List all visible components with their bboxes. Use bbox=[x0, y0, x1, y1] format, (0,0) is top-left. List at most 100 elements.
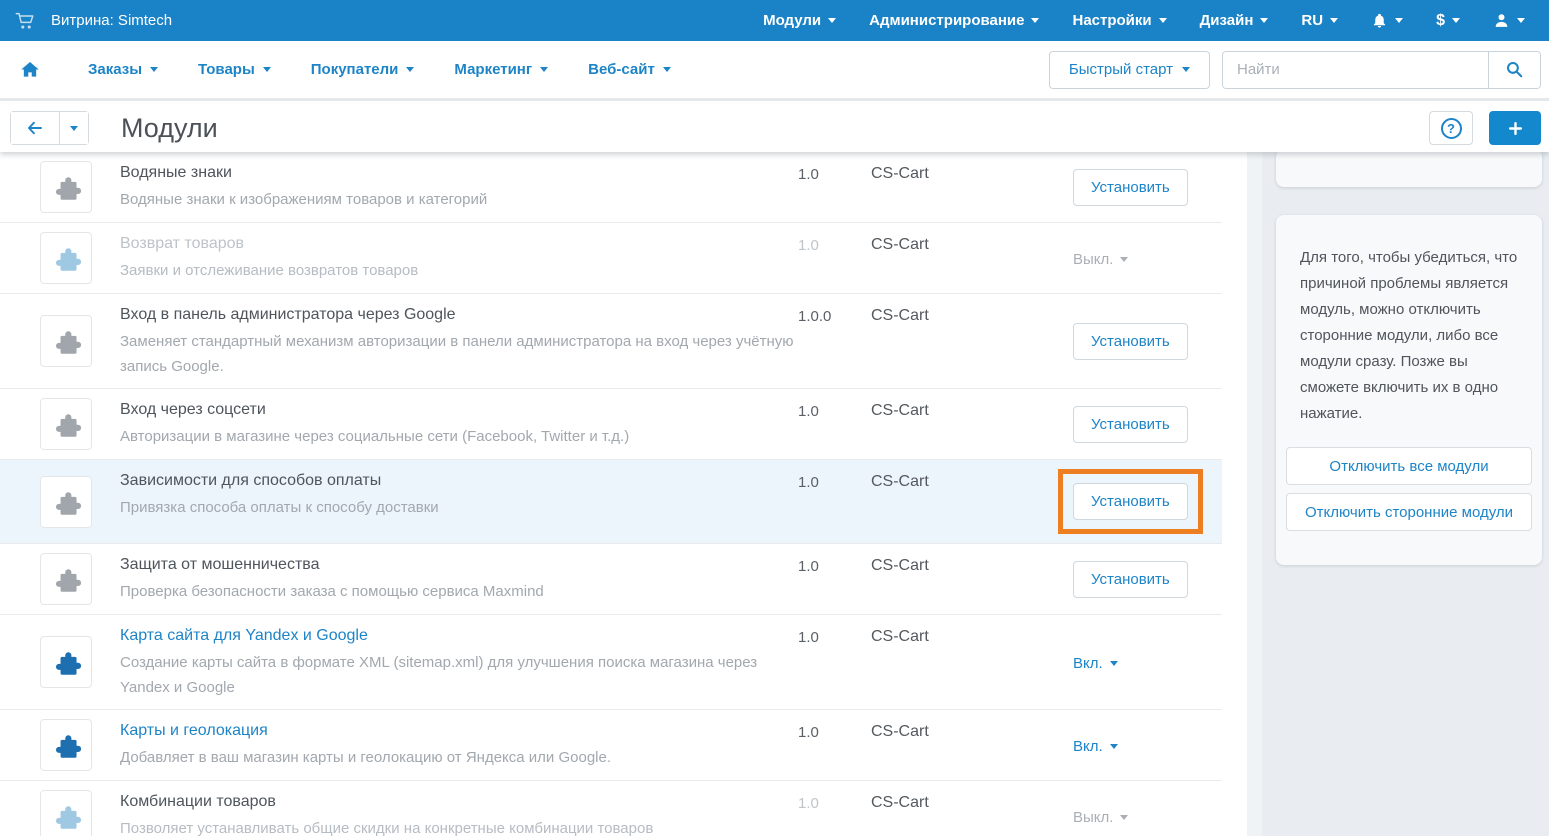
module-supplier: CS-Cart bbox=[871, 719, 1073, 741]
module-description: Проверка безопасности заказа с помощью с… bbox=[120, 579, 798, 604]
module-text: Карта сайта для Yandex и Google Создание… bbox=[120, 624, 798, 700]
annotation-highlight: Установить bbox=[1058, 469, 1203, 534]
module-action-cell: Выкл. bbox=[1073, 807, 1197, 826]
module-supplier: CS-Cart bbox=[871, 303, 1073, 325]
language-selector[interactable]: RU bbox=[1301, 12, 1338, 29]
nav-orders[interactable]: Заказы bbox=[88, 61, 158, 78]
arrow-left-icon bbox=[25, 119, 45, 137]
module-version: 1.0 bbox=[798, 232, 871, 254]
nav-bar: Заказы Товары Покупатели Маркетинг Веб-с… bbox=[0, 41, 1549, 101]
chevron-down-icon bbox=[1031, 18, 1039, 23]
module-icon-box bbox=[40, 553, 92, 605]
module-supplier: CS-Cart bbox=[871, 398, 1073, 420]
currency-menu[interactable]: $ bbox=[1436, 12, 1460, 30]
back-dropdown-button[interactable] bbox=[60, 112, 88, 144]
module-icon-box bbox=[40, 790, 92, 836]
modules-content: Водяные знаки Водяные знаки к изображени… bbox=[0, 152, 1247, 836]
home-button[interactable] bbox=[20, 60, 40, 79]
module-description: Авторизации в магазине через социальные … bbox=[120, 424, 798, 449]
module-icon-box bbox=[40, 161, 92, 213]
add-button[interactable] bbox=[1489, 111, 1541, 145]
menu-modules[interactable]: Модули bbox=[763, 12, 836, 29]
module-description: Заменяет стандартный механизм авторизаци… bbox=[120, 329, 798, 379]
nav-marketing[interactable]: Маркетинг bbox=[454, 61, 548, 78]
puzzle-icon bbox=[50, 325, 82, 357]
disable-all-modules-button[interactable]: Отключить все модули bbox=[1286, 447, 1532, 485]
module-row: Возврат товаров Заявки и отслеживание во… bbox=[0, 223, 1222, 294]
module-supplier: CS-Cart bbox=[871, 624, 1073, 646]
module-text: Защита от мошенничества Проверка безопас… bbox=[120, 553, 798, 604]
install-button[interactable]: Установить bbox=[1073, 169, 1188, 206]
module-status-dropdown[interactable]: Выкл. bbox=[1073, 249, 1128, 268]
chevron-down-icon bbox=[1120, 257, 1128, 262]
chevron-down-icon bbox=[1110, 661, 1118, 666]
menu-settings[interactable]: Настройки bbox=[1072, 12, 1166, 29]
question-icon: ? bbox=[1441, 118, 1462, 139]
sidebar: Для того, чтобы убедиться, что причиной … bbox=[1247, 152, 1549, 836]
module-status-dropdown[interactable]: Вкл. bbox=[1073, 653, 1118, 672]
chevron-down-icon bbox=[263, 67, 271, 72]
menu-design[interactable]: Дизайн bbox=[1200, 12, 1269, 29]
module-row: Вход в панель администратора через Googl… bbox=[0, 294, 1222, 389]
notifications-menu[interactable] bbox=[1371, 12, 1403, 30]
module-text: Зависимости для способов оплаты Привязка… bbox=[120, 469, 798, 520]
chevron-down-icon bbox=[1159, 18, 1167, 23]
install-button[interactable]: Установить bbox=[1073, 483, 1188, 520]
quick-start-button[interactable]: Быстрый старт bbox=[1049, 51, 1210, 89]
module-description: Привязка способа оплаты к способу достав… bbox=[120, 495, 798, 520]
chevron-down-icon bbox=[70, 126, 78, 131]
module-icon-box bbox=[40, 719, 92, 771]
module-icon-box bbox=[40, 476, 92, 528]
module-status-dropdown[interactable]: Вкл. bbox=[1073, 736, 1118, 755]
page-title: Модули bbox=[121, 113, 218, 144]
module-supplier: CS-Cart bbox=[871, 469, 1073, 491]
module-title: Возврат товаров bbox=[120, 235, 798, 253]
module-text: Карты и геолокация Добавляет в ваш магаз… bbox=[120, 719, 798, 770]
sidebar-help-panel: Для того, чтобы убедиться, что причиной … bbox=[1276, 215, 1542, 565]
module-version: 1.0.0 bbox=[798, 303, 871, 325]
module-row: Карта сайта для Yandex и Google Создание… bbox=[0, 615, 1222, 710]
module-title: Защита от мошенничества bbox=[120, 556, 798, 574]
install-button[interactable]: Установить bbox=[1073, 406, 1188, 443]
module-supplier: CS-Cart bbox=[871, 232, 1073, 254]
bell-icon bbox=[1371, 12, 1388, 30]
cart-icon bbox=[14, 10, 36, 32]
chevron-down-icon bbox=[828, 18, 836, 23]
module-icon-box bbox=[40, 636, 92, 688]
chevron-down-icon bbox=[1517, 18, 1525, 23]
module-title[interactable]: Карты и геолокация bbox=[120, 722, 798, 740]
user-menu[interactable] bbox=[1493, 12, 1525, 29]
nav-customers[interactable]: Покупатели bbox=[311, 61, 415, 78]
install-button[interactable]: Установить bbox=[1073, 561, 1188, 598]
module-row: Защита от мошенничества Проверка безопас… bbox=[0, 544, 1222, 615]
chevron-down-icon bbox=[1182, 67, 1190, 72]
disable-thirdparty-modules-button[interactable]: Отключить сторонние модули bbox=[1286, 493, 1532, 531]
help-button[interactable]: ? bbox=[1429, 111, 1473, 145]
search-button[interactable] bbox=[1488, 52, 1540, 88]
module-version: 1.0 bbox=[798, 553, 871, 575]
module-status-dropdown[interactable]: Выкл. bbox=[1073, 807, 1128, 826]
storefront-label[interactable]: Витрина: Simtech bbox=[51, 12, 172, 29]
back-button-group bbox=[10, 111, 89, 145]
menu-administration[interactable]: Администрирование bbox=[869, 12, 1039, 29]
chevron-down-icon bbox=[1330, 18, 1338, 23]
chevron-down-icon bbox=[540, 67, 548, 72]
install-button[interactable]: Установить bbox=[1073, 323, 1188, 360]
nav-products[interactable]: Товары bbox=[198, 61, 271, 78]
user-icon bbox=[1493, 12, 1510, 29]
module-version: 1.0 bbox=[798, 790, 871, 812]
module-supplier: CS-Cart bbox=[871, 790, 1073, 812]
search-input[interactable] bbox=[1223, 52, 1488, 88]
module-list: Водяные знаки Водяные знаки к изображени… bbox=[0, 152, 1222, 836]
module-title[interactable]: Карта сайта для Yandex и Google bbox=[120, 627, 798, 645]
module-version: 1.0 bbox=[798, 161, 871, 183]
module-description: Заявки и отслеживание возвратов товаров bbox=[120, 258, 798, 283]
module-row: Водяные знаки Водяные знаки к изображени… bbox=[0, 152, 1222, 223]
back-button[interactable] bbox=[11, 112, 60, 144]
chevron-down-icon bbox=[1260, 18, 1268, 23]
module-supplier: CS-Cart bbox=[871, 161, 1073, 183]
top-bar: Витрина: Simtech Модули Администрировани… bbox=[0, 0, 1549, 41]
module-version: 1.0 bbox=[798, 398, 871, 420]
nav-website[interactable]: Веб-сайт bbox=[588, 61, 671, 78]
chevron-down-icon bbox=[1110, 744, 1118, 749]
